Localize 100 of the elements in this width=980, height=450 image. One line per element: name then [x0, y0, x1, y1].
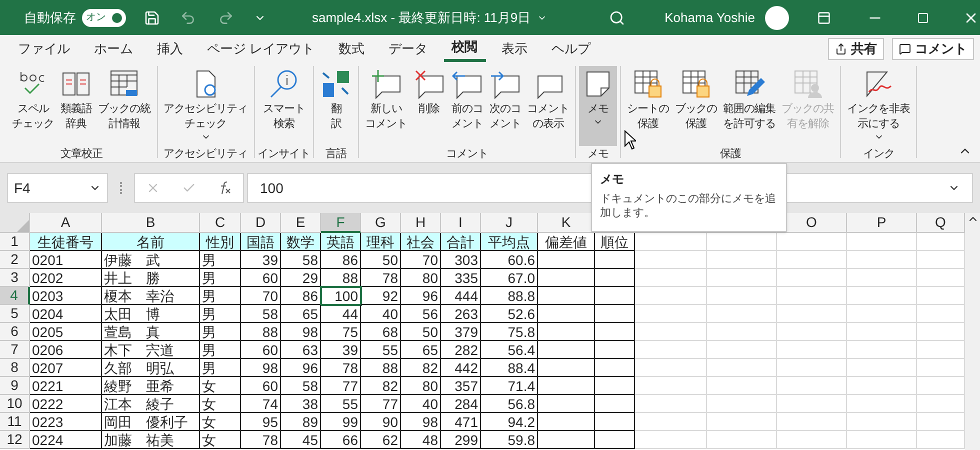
table-cell: 0204 [30, 305, 102, 323]
table-cell: 78 [241, 431, 281, 449]
table-cell: 順位 [595, 233, 635, 251]
table-cell: 88.4 [481, 359, 538, 377]
table-cell: 78 [361, 269, 401, 287]
autosave-label: 自動保存 [24, 8, 76, 27]
table-cell: 社会 [401, 233, 441, 251]
window-title: sample4.xlsx - 最終更新日時: 11月9日 [312, 8, 531, 27]
table-cell: 55 [361, 341, 401, 359]
table-cell: 75.8 [481, 323, 538, 341]
table-cell: 0224 [30, 431, 102, 449]
tooltip-title: メモ [600, 171, 625, 188]
table-cell: 48 [401, 431, 441, 449]
table-cell: 久部 明弘 [102, 359, 200, 377]
user-name: Kohama Yoshie [664, 8, 755, 27]
table-cell: 50 [401, 323, 441, 341]
table-cell: 67.0 [481, 269, 538, 287]
table-cell: 444 [441, 287, 481, 305]
table-cell: 96 [281, 359, 321, 377]
group-label: インサイト [258, 147, 310, 162]
table-cell: 471 [441, 413, 481, 431]
table-cell: 59.8 [481, 431, 538, 449]
table-cell: 伊藤 武 [102, 251, 200, 269]
group-label: アクセシビリティ [164, 147, 248, 162]
table-cell: 38 [281, 395, 321, 413]
table-cell: 男 [200, 251, 241, 269]
table-cell: 70 [401, 251, 441, 269]
table-cell: 合計 [441, 233, 481, 251]
table-cell: 98 [401, 413, 441, 431]
table-cell: 男 [200, 323, 241, 341]
table-cell: 100 [321, 287, 361, 305]
table-cell: 80 [401, 269, 441, 287]
table-cell: 90 [361, 413, 401, 431]
table-cell: 44 [321, 305, 361, 323]
table-cell: 男 [200, 305, 241, 323]
table-cell: 英語 [321, 233, 361, 251]
table-cell: 加藤 祐美 [102, 431, 200, 449]
table-cell: 萱島 真 [102, 323, 200, 341]
group-label: インク [862, 147, 894, 162]
table-cell: 平均点 [481, 233, 538, 251]
table-cell: 江本 綾子 [102, 395, 200, 413]
table-cell: 岡田 優利子 [102, 413, 200, 431]
table-cell: 0206 [30, 341, 102, 359]
table-cell: 86 [281, 287, 321, 305]
table-cell: 88.8 [481, 287, 538, 305]
table-cell: 60 [241, 377, 281, 395]
group-label: 文章校正 [60, 146, 102, 162]
table-cell: 92 [361, 287, 401, 305]
table-cell: 63 [281, 341, 321, 359]
table-cell: 75 [321, 323, 361, 341]
table-cell: 98 [241, 359, 281, 377]
table-cell: 60 [241, 269, 281, 287]
table-cell: 偏差値 [538, 233, 595, 251]
table-cell: 284 [441, 395, 481, 413]
table-cell: 55 [321, 395, 361, 413]
table-cell: 94.2 [481, 413, 538, 431]
table-cell: 263 [441, 305, 481, 323]
table-cell: 木下 宍道 [102, 341, 200, 359]
table-cell: 理科 [361, 233, 401, 251]
table-cell: 男 [200, 269, 241, 287]
table-cell: 99 [321, 413, 361, 431]
table-cell: 39 [241, 251, 281, 269]
table-cell: 0201 [30, 251, 102, 269]
table-cell: 45 [281, 431, 321, 449]
table-cell: 65 [281, 305, 321, 323]
tooltip-text: ドキュメントのこの部分にメモを追加します。 [600, 192, 777, 220]
table-cell: 男 [200, 359, 241, 377]
table-cell: 39 [321, 341, 361, 359]
table-cell: 62 [361, 431, 401, 449]
table-cell: 88 [361, 359, 401, 377]
table-cell: 60.6 [481, 251, 538, 269]
table-cell: 299 [441, 431, 481, 449]
table-cell: 数学 [281, 233, 321, 251]
table-cell: 国語 [241, 233, 281, 251]
table-cell: 357 [441, 377, 481, 395]
table-cell: 98 [281, 323, 321, 341]
table-cell: 29 [281, 269, 321, 287]
table-cell: 56.4 [481, 341, 538, 359]
group-label: 保護 [720, 147, 741, 162]
table-cell: 0207 [30, 359, 102, 377]
table-cell: 82 [401, 359, 441, 377]
group-label: 言語 [326, 146, 346, 162]
table-cell: 女 [200, 431, 241, 449]
table-cell: 95 [241, 413, 281, 431]
table-cell: 88 [321, 269, 361, 287]
table-cell: 56.8 [481, 395, 538, 413]
table-cell: 50 [361, 251, 401, 269]
table-cell: 82 [361, 377, 401, 395]
table-cell: 96 [401, 287, 441, 305]
table-cell: 86 [321, 251, 361, 269]
table-cell: 60 [241, 341, 281, 359]
table-cell: 性別 [200, 233, 241, 251]
table-cell: 綾野 亜希 [102, 377, 200, 395]
table-cell: 335 [441, 269, 481, 287]
table-cell: 89 [281, 413, 321, 431]
table-cell: 56 [401, 305, 441, 323]
table-cell: 井上 勝 [102, 269, 200, 287]
table-cell: 0222 [30, 395, 102, 413]
group-label: コメント [446, 147, 488, 162]
table-cell: 男 [200, 287, 241, 305]
